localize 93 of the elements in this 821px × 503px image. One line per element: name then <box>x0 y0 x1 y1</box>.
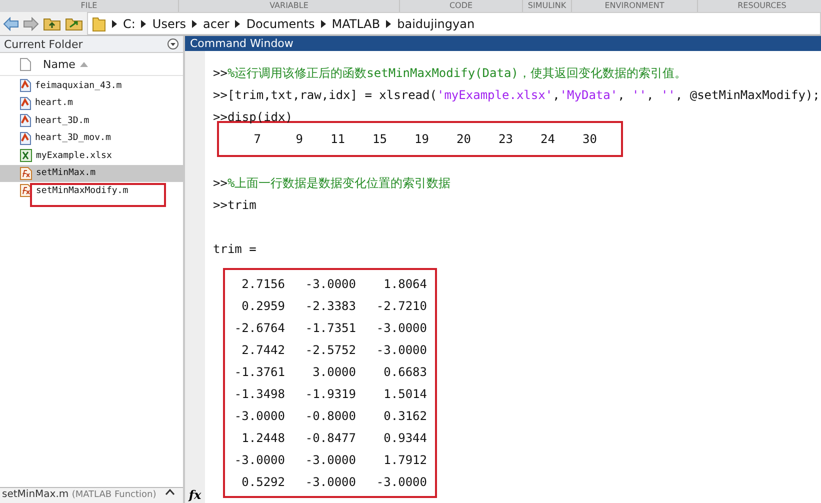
output-value: 19 <box>414 132 429 146</box>
output-value: 7 <box>252 132 261 146</box>
matrix-value: 1.2448 <box>240 430 285 447</box>
matrix-value: -3.0000 <box>375 474 427 491</box>
matrix-value: -0.8477 <box>304 430 356 447</box>
output-value: 15 <box>372 132 387 146</box>
matrix-value: -1.9319 <box>304 386 356 403</box>
file-list-item[interactable]: heart.m <box>0 94 183 112</box>
matrix-value: -3.0000 <box>304 474 356 491</box>
command-line: >>%上面一行数据是数据变化位置的索引数据 <box>213 175 452 192</box>
file-name: setMinMax.m <box>36 168 96 178</box>
output-text: trim = <box>213 241 258 258</box>
path-folder-link[interactable]: MATLAB <box>332 16 380 30</box>
matrix-value: 2.7156 <box>240 276 285 293</box>
matrix-value: 0.9344 <box>382 430 427 447</box>
path-separator-icon <box>386 20 392 28</box>
matrix-value: 1.8064 <box>382 276 427 293</box>
folder-up-icon[interactable] <box>43 16 61 31</box>
matrix-value: 0.3162 <box>382 408 427 425</box>
matrix-value: -3.0000 <box>304 452 356 469</box>
matrix-value: -1.3498 <box>233 386 285 403</box>
output-value: 9 <box>294 132 303 146</box>
command-line: >>%运行调用该修正后的函数setMinMaxModify(Data)，使其返回变化数据的索引值。 <box>213 65 688 82</box>
script-file-icon <box>20 114 31 128</box>
name-column-header[interactable]: Name <box>36 58 76 70</box>
command-line: >>trim <box>213 197 258 214</box>
path-folder-link[interactable]: C: <box>123 16 136 30</box>
panel-menu-icon[interactable] <box>167 38 179 50</box>
file-name: heart.m <box>35 98 73 108</box>
file-name: heart_3D.m <box>35 116 90 126</box>
browse-folder-icon[interactable] <box>65 16 83 31</box>
matrix-value: -3.0000 <box>375 342 427 359</box>
folder-icon <box>92 16 106 32</box>
path-separator-icon <box>235 20 240 28</box>
path-separator-icon <box>141 20 146 28</box>
function-file-icon <box>20 184 32 198</box>
script-file-icon <box>20 132 31 145</box>
file-list-item[interactable]: setMinMax.m <box>0 164 183 182</box>
function-browser-button[interactable]: fx <box>188 488 202 503</box>
matrix-value: -2.6764 <box>233 320 285 337</box>
matrix-value: -3.0000 <box>233 452 285 469</box>
file-list-item[interactable]: heart_3D.m <box>0 112 183 130</box>
panel-title: Current Folder <box>4 38 83 50</box>
file-list-item[interactable]: heart_3D_mov.m <box>0 130 183 147</box>
matrix-value: 1.7912 <box>382 452 427 469</box>
matrix-value: -3.0000 <box>304 276 356 293</box>
output-value: 24 <box>540 132 555 146</box>
matrix-value: 0.6683 <box>382 364 427 381</box>
path-folder-link[interactable]: Documents <box>246 16 315 30</box>
output-value: 11 <box>330 132 345 146</box>
caret-up-icon[interactable] <box>165 489 175 495</box>
matrix-value: 3.0000 <box>312 364 356 381</box>
command-window-title: Command Window <box>190 37 294 50</box>
function-file-icon <box>20 166 32 180</box>
command-line: >>[trim,txt,raw,idx] = xlsread('myExample.xlsx','MyData', '', '', @setMinMaxModify); <box>213 87 821 104</box>
sort-ascending-icon <box>80 62 88 66</box>
file-list-item[interactable]: myExample.xlsx <box>0 147 183 164</box>
command-line: >>disp(idx) <box>213 109 294 126</box>
matrix-value: 1.5014 <box>382 386 427 403</box>
details-file-name: setMinMax.m (MATLAB Function) <box>2 489 156 500</box>
output-value: 30 <box>582 132 597 146</box>
address-field[interactable]: C: Users acer Documents MATLAB baidujingyan <box>87 12 821 35</box>
forward-arrow-icon[interactable] <box>23 16 39 30</box>
file-column-icon <box>20 58 31 70</box>
script-file-icon <box>20 79 31 92</box>
file-list-item[interactable]: feimaquxian_43.m <box>0 77 183 94</box>
path-folder-link[interactable]: baidujingyan <box>397 16 475 30</box>
matrix-value: -0.8000 <box>304 408 356 425</box>
matrix-value: -2.7210 <box>375 298 427 315</box>
file-list-item[interactable]: setMinMaxModify.m <box>0 182 183 200</box>
file-name: myExample.xlsx <box>36 150 112 161</box>
matrix-value: 0.5292 <box>240 474 285 491</box>
matrix-value: -1.3761 <box>233 364 285 381</box>
path-separator-icon <box>320 20 326 28</box>
path-folder-link[interactable]: acer <box>203 16 230 30</box>
output-value: 23 <box>498 132 513 146</box>
path-separator-icon <box>112 20 117 28</box>
matrix-value: -1.7351 <box>304 320 356 337</box>
matrix-value: -3.0000 <box>233 408 285 425</box>
file-name: heart_3D_mov.m <box>35 133 111 144</box>
matrix-value: 2.7442 <box>240 342 285 359</box>
path-folder-link[interactable]: Users <box>152 16 186 30</box>
output-value: 20 <box>456 132 471 146</box>
spreadsheet-file-icon <box>20 149 32 162</box>
matrix-value: -3.0000 <box>375 320 427 337</box>
file-name: feimaquxian_43.m <box>35 80 122 91</box>
matrix-value: -2.5752 <box>304 342 356 359</box>
back-arrow-icon[interactable] <box>3 16 19 30</box>
script-file-icon <box>20 96 31 110</box>
matrix-value: -2.3383 <box>304 298 356 315</box>
file-name: setMinMaxModify.m <box>36 186 128 196</box>
matrix-value: 0.2959 <box>240 298 285 315</box>
path-separator-icon <box>192 20 198 28</box>
